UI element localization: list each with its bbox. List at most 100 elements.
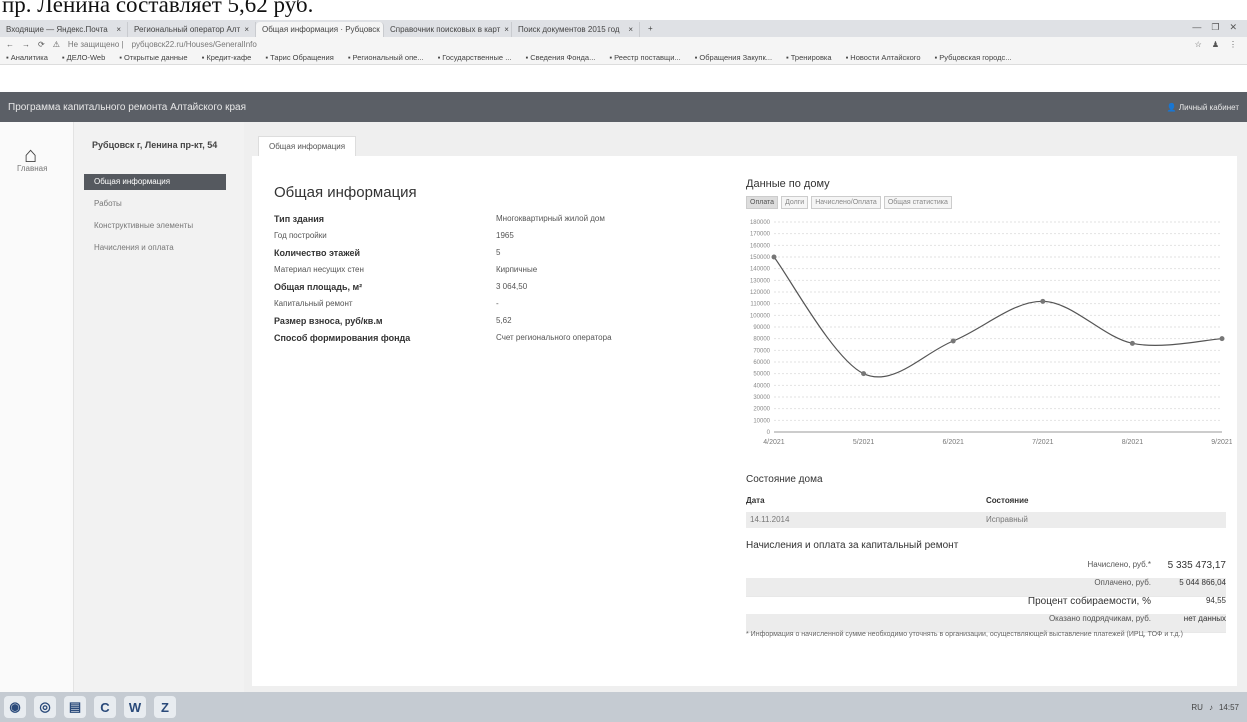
language-indicator[interactable]: RU [1191,703,1203,712]
y-tick-label: 40000 [753,383,770,389]
taskbar-app-icon[interactable]: ◎ [34,696,56,718]
data-point [771,254,777,260]
y-tick-label: 30000 [753,395,770,401]
taskbar-app-icon[interactable]: ▤ [64,696,86,718]
browser-tab-bar: Входящие — Яндекс.Почта × Региональный опе… [0,20,1247,37]
bookmark-item[interactable]: ▪ ДЕЛО-Web [62,53,105,62]
data-point [1040,298,1046,304]
data-point [950,338,956,344]
taskbar-app-icon[interactable]: Z [154,696,176,718]
clock[interactable]: 14:57 [1219,703,1239,712]
y-tick-label: 20000 [753,407,770,413]
info-label: Материал несущих стен [274,265,364,274]
menu-icon[interactable]: ⋮ [1229,40,1237,49]
close-tab-icon[interactable]: × [504,25,509,34]
window-controls: — ❐ ✕ [1192,22,1237,33]
browser-tab[interactable]: Общая информация · Рубцовск× [256,22,384,37]
bookmark-item[interactable]: ▪ Реестр поставщи... [609,53,680,62]
home-label[interactable]: Главная [17,164,47,173]
app-title[interactable]: Программа капитального ремонта Алтайског… [8,102,246,113]
close-tab-icon[interactable]: × [628,25,633,34]
bookmark-item[interactable]: ▪ Сведения Фонда... [525,53,595,62]
bookmark-item[interactable]: ▪ Аналитика [6,53,48,62]
browser-tab[interactable]: Поиск документов 2015 год × [512,22,640,37]
x-tick-label: 9/2021 [1211,439,1232,446]
bookmark-item[interactable]: ▪ Тренировка [786,53,832,62]
taskbar-app-icon[interactable]: ◉ [4,696,26,718]
tab-general-info[interactable]: Общая информация [258,136,357,157]
charges-value: 5 335 473,17 [1167,560,1226,571]
x-tick-label: 5/2021 [853,439,875,446]
y-tick-label: 180000 [750,220,771,226]
new-tab-button[interactable]: + [640,20,661,37]
browser-tab[interactable]: Справочник поисковых в карт × [384,22,512,37]
charges-row: Процент собираемости, % 94,55 [746,596,1226,615]
url-field[interactable]: рубцовск22.ru/Houses/GeneralInfo [132,40,257,49]
chart-tab[interactable]: Общая статистика [883,196,952,209]
info-row: Общая площадь, м² 3 064,50 [274,282,694,298]
sidebar-item[interactable]: Конструктивные элементы [84,218,226,234]
close-tab-icon[interactable]: × [244,25,249,34]
bookmark-item[interactable]: ▪ Открытые данные [119,53,187,62]
bookmark-item[interactable]: ▪ Государственные ... [438,53,512,62]
bookmark-item[interactable]: ▪ Новости Алтайского [846,53,921,62]
close-tab-icon[interactable]: × [116,25,121,34]
minimize-button[interactable]: — [1192,22,1201,33]
volume-icon[interactable]: ♪ [1209,703,1213,712]
bookmark-item[interactable]: ▪ Региональный опе... [348,53,424,62]
info-row: Тип здания Многоквартирный жилой дом [274,214,694,230]
side-navigation: Рубцовск г, Ленина пр-кт, 54 Общая инфор… [74,122,244,692]
browser-tab[interactable]: Входящие — Яндекс.Почта × [0,22,128,37]
info-value: 5 [496,248,501,257]
taskbar-app-icon[interactable]: C [94,696,116,718]
sidebar-item[interactable]: Работы [84,196,226,212]
charges-label: Начислено, руб.* [1087,560,1151,569]
chart-tab[interactable]: Начислено/Оплата [811,196,881,209]
tab-label: Справочник поисковых в карт [390,25,501,34]
chart-tab[interactable]: Оплата [746,196,779,209]
taskbar-app-icon[interactable]: W [124,696,146,718]
info-label: Общая площадь, м² [274,282,363,292]
bookmark-item[interactable]: ▪ Тарис Обращения [265,53,333,62]
sidebar-item[interactable]: Общая информация [84,174,226,190]
y-tick-label: 170000 [750,232,771,238]
chart-tabs: Оплата Долги Начислено/Оплата Общая статист… [746,196,952,209]
document-caption: пр. Ленина составляет 5,62 руб. [0,0,1247,20]
sidebar-item[interactable]: Начисления и оплата [84,240,226,256]
maximize-button[interactable]: ❐ [1211,22,1219,33]
bookmark-item[interactable]: ▪ Кредит-кафе [202,53,252,62]
charges-value: нет данных [1183,614,1226,623]
charges-value: 94,55 [1205,596,1226,605]
y-tick-label: 150000 [750,255,771,261]
table-row: 14.11.2014 Исправный [746,512,1226,528]
app-header: Программа капитального ремонта Алтайског… [0,92,1247,122]
info-row: Размер взноса, руб/кв.м 5,62 [274,316,694,332]
close-window-button[interactable]: ✕ [1229,22,1237,33]
user-link[interactable]: 👤 Личный кабинет [1167,103,1239,112]
charges-row: Оплачено, руб. 5 044 866,04 [746,578,1226,597]
column-header: Дата [746,496,765,505]
system-tray: RU ♪ 14:57 [1191,703,1239,712]
extension-icon[interactable]: ♟ [1212,40,1219,49]
data-point [1129,340,1135,346]
back-icon[interactable]: ← [6,40,14,49]
reload-icon[interactable]: ⟳ [38,40,45,49]
star-icon[interactable]: ☆ [1195,40,1202,49]
y-tick-label: 130000 [750,278,771,284]
info-value: Кирпичные [496,265,538,274]
forward-icon[interactable]: → [22,40,30,49]
column-header: Состояние [986,496,1029,505]
y-tick-label: 80000 [753,337,770,343]
x-tick-label: 7/2021 [1032,439,1054,446]
info-label: Количество этажей [274,248,361,258]
charges-row: Начислено, руб.* 5 335 473,17 [746,560,1226,579]
bookmark-item[interactable]: ▪ Рубцовская городс... [935,53,1012,62]
info-row: Капитальный ремонт - [274,299,694,315]
warning-icon: ⚠ [52,39,60,49]
y-tick-label: 100000 [750,313,771,319]
series-line [773,256,1223,378]
chart-tab[interactable]: Долги [781,196,809,209]
browser-tab[interactable]: Региональный оператор Алт × [128,22,256,37]
charges-footnote: * Информация о начисленной сумме необход… [746,631,1183,638]
bookmark-item[interactable]: ▪ Обращения Закупк... [695,53,772,62]
